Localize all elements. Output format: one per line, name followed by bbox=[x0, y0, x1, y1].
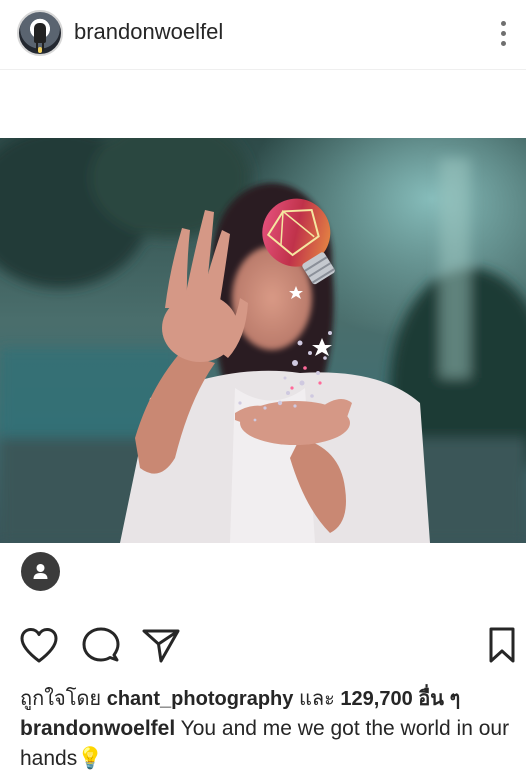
post-username[interactable]: brandonwoelfel bbox=[74, 19, 223, 45]
profile-avatar[interactable] bbox=[17, 10, 63, 56]
silhouette-figure bbox=[34, 23, 46, 43]
likes-conjunction: และ bbox=[298, 688, 335, 710]
likes-prefix: ถูกใจโดย bbox=[20, 688, 102, 710]
comment-icon[interactable] bbox=[81, 626, 121, 666]
post-caption: brandonwoelfel You and me we got the wor… bbox=[20, 714, 520, 774]
person-icon bbox=[33, 564, 48, 579]
liker-username[interactable]: chant_photography bbox=[107, 688, 294, 710]
likes-line: ถูกใจโดย chant_photography และ 129,700 อ… bbox=[20, 682, 460, 714]
post-header: brandonwoelfel bbox=[0, 0, 526, 70]
action-bar bbox=[0, 626, 526, 666]
bookmark-icon[interactable] bbox=[483, 626, 523, 666]
heart-icon[interactable] bbox=[19, 626, 59, 666]
paper-plane-icon[interactable] bbox=[141, 626, 181, 666]
light-glow bbox=[38, 47, 42, 53]
lightbulb-emoji: 💡 bbox=[77, 747, 104, 770]
likes-count[interactable]: 129,700 อื่น ๆ bbox=[340, 688, 460, 710]
post-photo[interactable] bbox=[0, 138, 526, 543]
more-options-icon[interactable] bbox=[494, 20, 514, 48]
post-photo-illustration bbox=[0, 138, 526, 543]
caption-author[interactable]: brandonwoelfel bbox=[20, 717, 175, 740]
user-tag-icon[interactable] bbox=[21, 552, 60, 591]
